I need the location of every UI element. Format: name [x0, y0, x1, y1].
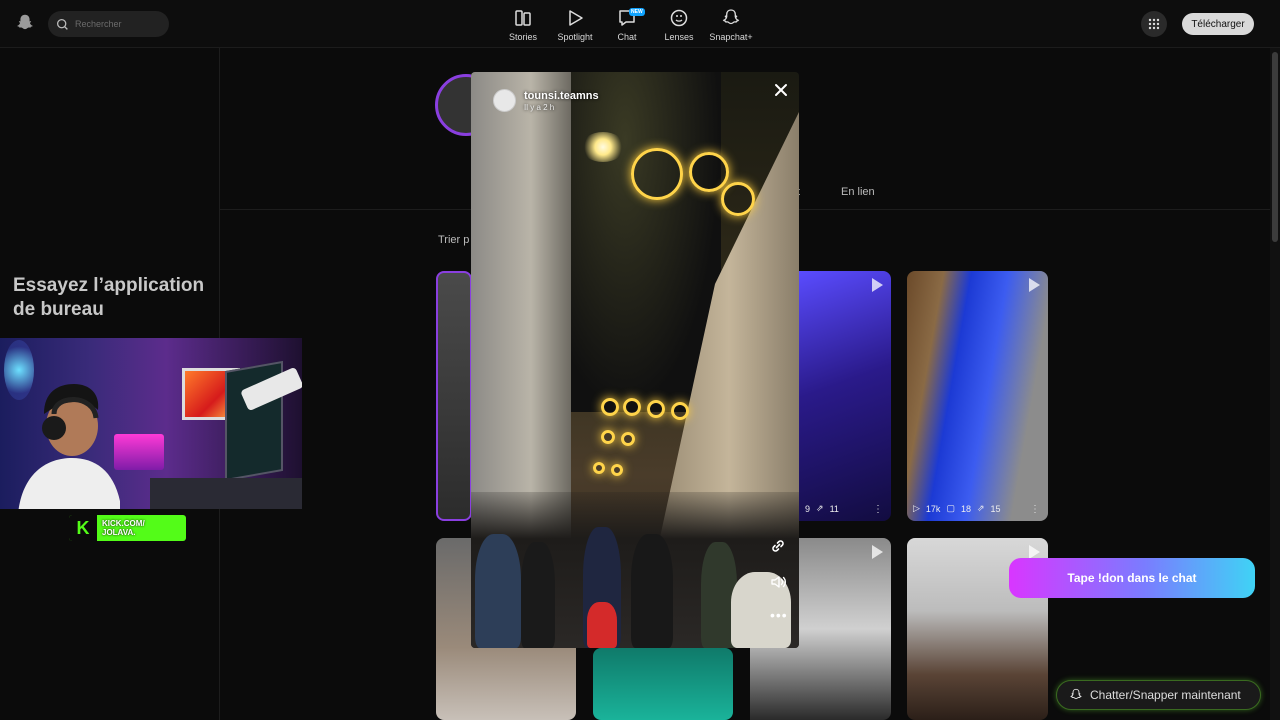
play-icon — [872, 278, 883, 292]
light-decoration — [611, 464, 623, 476]
kick-domain: KICK.COM/ — [102, 519, 145, 528]
scrollbar-thumb[interactable] — [1272, 52, 1278, 242]
nav-label: Stories — [508, 32, 537, 42]
light-decoration — [601, 398, 619, 416]
nav-spotlight[interactable]: Spotlight — [550, 8, 600, 42]
pedestrian — [475, 534, 521, 648]
shares-count: 11 — [829, 503, 839, 514]
snapchat-ghost-icon[interactable] — [14, 12, 36, 34]
street-lamp — [581, 132, 625, 162]
kick-channel-badge: K KICK.COM/ JOLAVA. — [69, 515, 186, 541]
play-icon — [872, 545, 883, 559]
tile-stats: 9 ⇗ 11 — [805, 503, 839, 514]
lens-icon — [670, 9, 688, 27]
kick-logo-icon: K — [69, 515, 97, 541]
story-timestamp: Il y a 2 h — [524, 103, 555, 112]
play-icon — [569, 10, 583, 26]
streamer-webcam-overlay — [0, 338, 302, 509]
light-decoration — [621, 432, 635, 446]
story-tile[interactable] — [436, 271, 472, 521]
new-badge: NEW — [629, 8, 645, 16]
pedestrian — [521, 542, 555, 648]
chat-now-label: Chatter/Snapper maintenant — [1090, 688, 1241, 702]
nav-stories[interactable]: Stories — [498, 8, 548, 42]
light-decoration — [631, 148, 683, 200]
story-viewer[interactable]: tounsi.teamns Il y a 2 h ••• — [471, 72, 799, 648]
nav-label: Spotlight — [557, 32, 593, 42]
share-icon: ⇗ — [976, 503, 985, 513]
download-button[interactable]: Télécharger — [1182, 13, 1254, 35]
light-decoration — [671, 402, 689, 420]
tab-en-lien[interactable]: En lien — [841, 186, 875, 198]
apps-grid-button[interactable] — [1141, 11, 1167, 37]
close-icon[interactable] — [773, 82, 789, 98]
streamer-figure — [18, 384, 120, 509]
search-bar[interactable] — [48, 11, 169, 37]
pedestrian — [587, 602, 617, 648]
sort-label[interactable]: Trier p — [438, 234, 469, 246]
more-options-icon[interactable]: ⋮ — [873, 504, 883, 515]
comments-count: 18 — [960, 503, 971, 514]
search-icon — [56, 18, 68, 30]
story-author-name[interactable]: tounsi.teamns — [524, 90, 599, 102]
nav-label: Lenses — [664, 32, 694, 42]
kick-handle: JOLAVA. — [102, 528, 136, 537]
tile-stats: ▷ 17k ▢ 18 ⇗ 15 — [913, 503, 1001, 514]
pc-case — [114, 434, 164, 470]
light-decoration — [601, 430, 615, 444]
shares-count: 15 — [990, 503, 1001, 514]
search-input[interactable] — [75, 19, 165, 29]
play-icon — [1029, 545, 1040, 559]
pedestrian — [631, 534, 673, 648]
story-tile[interactable] — [593, 648, 733, 720]
desktop-app-promo-title: Essayez l’application de bureau — [13, 275, 205, 320]
ghost-plus-icon — [722, 9, 740, 25]
light-decoration — [721, 182, 755, 216]
ghost-icon — [1070, 688, 1082, 700]
more-options-icon[interactable]: ⋮ — [1030, 504, 1040, 515]
story-author-avatar[interactable] — [493, 89, 516, 112]
stories-icon — [515, 10, 531, 26]
light-decoration — [623, 398, 641, 416]
top-bar: Stories Spotlight NEW Chat Lenses Snapch… — [0, 0, 1280, 48]
play-icon — [1029, 278, 1040, 292]
donation-banner: Tape !don dans le chat — [1009, 558, 1255, 598]
volume-icon[interactable] — [769, 573, 787, 591]
views-count: 17k — [925, 503, 941, 514]
nav-label: Snapchat+ — [709, 32, 753, 42]
link-icon[interactable] — [769, 537, 787, 555]
story-tile[interactable]: ▷ 17k ▢ 18 ⇗ 15 ⋮ — [907, 271, 1048, 521]
light-decoration — [647, 400, 665, 418]
share-icon: ⇗ — [816, 503, 824, 513]
nav-chat[interactable]: NEW Chat — [602, 8, 652, 42]
nav-snapchat-plus[interactable]: Snapchat+ — [706, 8, 756, 42]
story-tile[interactable]: 9 ⇗ 11 ⋮ — [799, 271, 891, 521]
views-icon: ▷ — [913, 503, 920, 513]
nav-lenses[interactable]: Lenses — [654, 8, 704, 42]
night-sky — [561, 72, 721, 412]
building-left — [471, 72, 571, 542]
grid-icon — [1148, 18, 1160, 30]
light-decoration — [689, 152, 729, 192]
desk — [150, 478, 302, 509]
comment-icon: ▢ — [946, 503, 955, 513]
chat-now-button[interactable]: Chatter/Snapper maintenant — [1056, 680, 1261, 710]
nav-label: Chat — [617, 32, 637, 42]
more-options-icon[interactable]: ••• — [770, 607, 788, 623]
views-count: 9 — [805, 503, 811, 514]
light-decoration — [593, 462, 605, 474]
